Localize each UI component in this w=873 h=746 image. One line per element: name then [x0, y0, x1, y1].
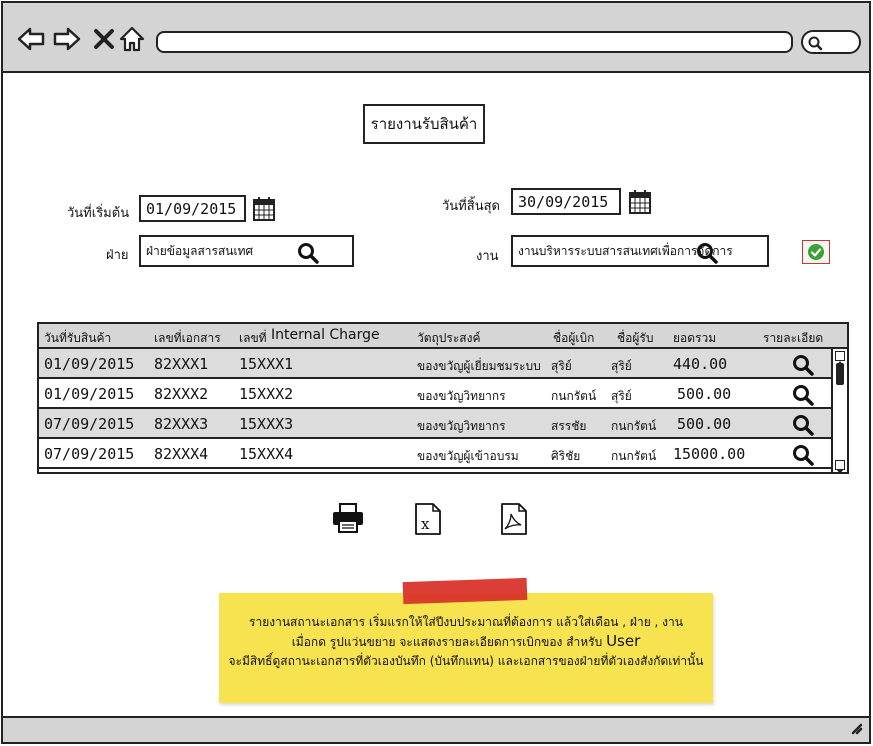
start-date-field[interactable]: 01/09/2015	[139, 195, 246, 222]
note-line-3: จะมีสิทธิ์ดูสถานะเอกสารที่ตัวเองบันทึก (…	[228, 654, 704, 668]
header-detail: รายละเอียด	[763, 331, 824, 345]
cell-purpose: ของขวัญผู้เยี่ยมชมระบบ	[417, 359, 541, 373]
search-icon[interactable]	[296, 241, 320, 265]
scroll-up-icon[interactable]	[835, 351, 845, 365]
department-label: ฝ่าย	[106, 248, 129, 263]
header-receiver: ชื่อผู้รับ	[617, 331, 654, 345]
cell-ic: 15XXX3	[239, 415, 294, 433]
cell-ic: 15XXX1	[239, 355, 294, 373]
search-icon[interactable]	[791, 383, 815, 411]
search-icon	[808, 36, 823, 51]
note-tape	[402, 577, 528, 605]
cell-receiver: สุริย์	[611, 389, 632, 403]
header-internal-charge: Internal Charge	[271, 327, 380, 343]
cell-doc: 82XXX1	[154, 355, 209, 373]
arrow-left-icon[interactable]	[17, 25, 45, 53]
note-line-2-text: เมื่อกด รูปแว่นขยาย จะแสดงรายละเอียดการเ…	[291, 635, 603, 649]
end-date-label: วันที่สิ้นสุด	[442, 199, 500, 214]
printer-icon[interactable]	[331, 502, 365, 538]
search-icon[interactable]	[695, 241, 719, 265]
header-requester: ชื่อผู้เบิก	[553, 331, 595, 345]
browser-window: รายงานรับสินค้า วันที่เริ่มต้น 01/09/201…	[1, 1, 871, 744]
data-table: วันที่รับสินค้า เลขที่เอกสาร เลขที่ Inte…	[37, 322, 849, 474]
header-total: ยอดรวม	[673, 331, 717, 345]
search-icon[interactable]	[791, 443, 815, 471]
status-bar	[3, 716, 869, 742]
resize-handle-icon[interactable]	[847, 719, 863, 739]
confirm-button[interactable]	[802, 240, 830, 264]
scroll-down-icon[interactable]	[835, 460, 845, 472]
browser-toolbar	[3, 3, 869, 73]
header-purpose: วัตถุประสงค์	[417, 331, 481, 345]
cell-requester: สุริย์	[551, 359, 572, 373]
calendar-icon[interactable]	[252, 196, 276, 226]
end-date-field[interactable]: 30/09/2015	[511, 188, 621, 215]
note-line-2-user: User	[606, 632, 641, 650]
excel-file-icon[interactable]: x	[413, 502, 443, 540]
cell-receiver: กนกรัตน์	[611, 449, 657, 463]
header-ic-number-prefix: เลขที่	[239, 331, 267, 345]
cell-requester: สรรชัย	[551, 419, 587, 433]
header-receive-date: วันที่รับสินค้า	[44, 331, 112, 345]
cell-purpose: ของขวัญวิทยากร	[417, 419, 506, 433]
cell-total: 500.00	[677, 385, 732, 403]
table-row[interactable]: 07/09/2015 82XXX3 15XXX3 ของขวัญวิทยากร …	[39, 409, 831, 439]
note-line-1: รายงานสถานะเอกสาร เริ่มแรกให้ใส่ปีงบประม…	[249, 615, 683, 629]
cell-receiver: สุริย์	[611, 359, 632, 373]
work-label: งาน	[476, 249, 499, 264]
cell-date: 07/09/2015	[44, 445, 135, 463]
pdf-file-icon[interactable]	[499, 502, 529, 540]
scroll-thumb[interactable]	[836, 363, 844, 385]
sticky-note: รายงานสถานะเอกสาร เริ่มแรกให้ใส่ปีงบประม…	[219, 577, 713, 703]
cell-doc: 82XXX3	[154, 415, 209, 433]
cell-requester: กนกรัตน์	[551, 389, 597, 403]
cell-date: 01/09/2015	[44, 385, 135, 403]
home-icon[interactable]	[118, 25, 146, 53]
check-circle-icon	[808, 244, 824, 260]
department-field[interactable]: ฝ่ายข้อมูลสารสนเทศ	[139, 235, 354, 267]
close-icon[interactable]	[90, 25, 118, 53]
table-row[interactable]: 01/09/2015 82XXX2 15XXX2 ของขวัญวิทยากร …	[39, 379, 831, 409]
cell-doc: 82XXX4	[154, 445, 209, 463]
header-doc-number: เลขที่เอกสาร	[154, 331, 221, 345]
search-icon[interactable]	[791, 413, 815, 441]
cell-ic: 15XXX4	[239, 445, 294, 463]
search-icon[interactable]	[791, 353, 815, 381]
cell-total: 500.00	[677, 415, 732, 433]
table-row[interactable]: 01/09/2015 82XXX1 15XXX1 ของขวัญผู้เยี่ย…	[39, 349, 831, 379]
arrow-right-icon[interactable]	[53, 25, 81, 53]
note-line-2: เมื่อกด รูปแว่นขยาย จะแสดงรายละเอียดการเ…	[219, 632, 713, 652]
cell-total: 15000.00	[673, 445, 746, 463]
page-title: รายงานรับสินค้า	[363, 104, 485, 144]
cell-purpose: ของขวัญวิทยากร	[417, 389, 506, 403]
cell-doc: 82XXX2	[154, 385, 209, 403]
cell-ic: 15XXX2	[239, 385, 294, 403]
address-bar[interactable]	[156, 31, 793, 53]
department-value: ฝ่ายข้อมูลสารสนเทศ	[146, 243, 254, 258]
cell-requester: ศิริชัย	[551, 449, 581, 463]
start-date-label: วันที่เริ่มต้น	[67, 206, 130, 221]
cell-purpose: ของขวัญผู้เข้าอบรม	[417, 449, 519, 463]
cell-receiver: กนกรัตน์	[611, 419, 657, 433]
svg-text:x: x	[421, 515, 430, 533]
calendar-icon[interactable]	[628, 189, 652, 219]
table-header: วันที่รับสินค้า เลขที่เอกสาร เลขที่ Inte…	[39, 324, 847, 349]
table-row[interactable]: 07/09/2015 82XXX4 15XXX4 ของขวัญผู้เข้าอ…	[39, 439, 831, 469]
cell-date: 07/09/2015	[44, 415, 135, 433]
table-scrollbar[interactable]	[831, 349, 847, 472]
work-field[interactable]: งานบริหารระบบสารสนเทศเพื่อการจัดการ	[511, 235, 769, 267]
cell-total: 440.00	[673, 355, 728, 373]
cell-date: 01/09/2015	[44, 355, 135, 373]
browser-search-field[interactable]	[801, 30, 861, 54]
